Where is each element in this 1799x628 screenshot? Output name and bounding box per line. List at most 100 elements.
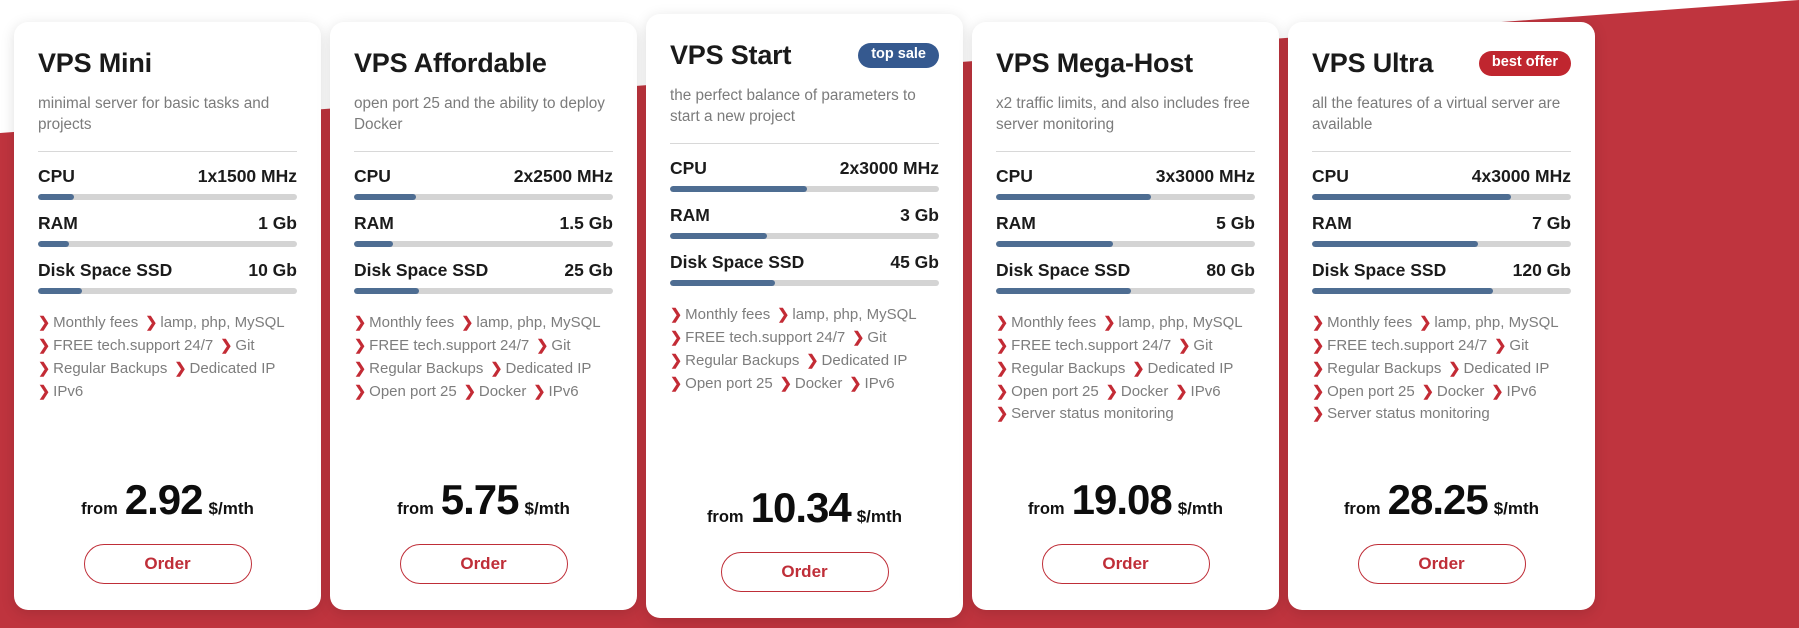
plan-title: VPS Affordable	[354, 48, 547, 79]
feature-line: ❯IPv6	[38, 381, 297, 404]
chevron-right-icon: ❯	[174, 358, 186, 380]
spec-label: CPU	[38, 166, 75, 187]
card-header: VPS Affordable	[354, 48, 613, 79]
plan-title: VPS Mini	[38, 48, 152, 79]
spec-progress-fill	[996, 194, 1151, 200]
price-unit-label: $/mth	[1178, 499, 1223, 519]
spec-progress-bar	[996, 288, 1255, 294]
pricing-card: VPS Affordable open port 25 and the abili…	[330, 22, 637, 610]
spec-progress-fill	[670, 280, 775, 286]
price-row: from10.34$/mth	[670, 484, 939, 538]
feature-item: FREE tech.support 24/7	[53, 337, 213, 354]
order-button[interactable]: Order	[84, 544, 252, 584]
chevron-right-icon: ❯	[354, 358, 366, 380]
spec-progress-fill	[354, 194, 416, 200]
spec-progress-bar	[670, 280, 939, 286]
price-unit-label: $/mth	[1494, 499, 1539, 519]
pricing-card: VPS Ultrabest offerall the features of a…	[1288, 22, 1595, 610]
card-header: VPS Starttop sale	[670, 40, 939, 71]
spec-label: RAM	[670, 205, 710, 226]
spec-progress-fill	[354, 241, 393, 247]
feature-line: ❯Open port 25❯Docker❯IPv6	[670, 373, 939, 396]
feature-item: Git	[551, 337, 570, 354]
price-row: from19.08$/mth	[996, 476, 1255, 530]
spec-progress-fill	[996, 241, 1113, 247]
feature-line: ❯Regular Backups❯Dedicated IP	[1312, 358, 1571, 381]
spec-label: Disk Space SSD	[670, 252, 804, 273]
price-from-label: from	[397, 500, 434, 519]
chevron-right-icon: ❯	[996, 403, 1008, 425]
price-unit-label: $/mth	[209, 499, 254, 519]
feature-item: IPv6	[1191, 383, 1221, 400]
chevron-right-icon: ❯	[1178, 335, 1190, 357]
feature-line: ❯Monthly fees❯lamp, php, MySQL	[996, 312, 1255, 335]
spec-progress-bar	[996, 194, 1255, 200]
price-amount: 5.75	[441, 476, 519, 524]
feature-item: FREE tech.support 24/7	[1011, 337, 1171, 354]
order-button[interactable]: Order	[400, 544, 568, 584]
chevron-right-icon: ❯	[670, 304, 682, 326]
spec-value: 2x2500 MHz	[514, 166, 613, 187]
feature-item: lamp, php, MySQL	[792, 306, 916, 323]
spec-list: CPU4x3000 MHzRAM7 GbDisk Space SSD120 Gb	[1312, 166, 1571, 307]
plan-description: open port 25 and the ability to deploy D…	[354, 93, 613, 135]
feature-line: ❯FREE tech.support 24/7❯Git	[38, 335, 297, 358]
feature-item: FREE tech.support 24/7	[1327, 337, 1487, 354]
chevron-right-icon: ❯	[533, 381, 545, 403]
spec-value: 3 Gb	[900, 205, 939, 226]
order-button[interactable]: Order	[1358, 544, 1526, 584]
feature-item: Server status monitoring	[1011, 405, 1174, 422]
price-amount: 2.92	[125, 476, 203, 524]
chevron-right-icon: ❯	[806, 350, 818, 372]
spec-value: 3x3000 MHz	[1156, 166, 1255, 187]
spec-list: CPU3x3000 MHzRAM5 GbDisk Space SSD80 Gb	[996, 166, 1255, 307]
feature-line: ❯Monthly fees❯lamp, php, MySQL	[38, 312, 297, 335]
spec-row: Disk Space SSD45 Gb	[670, 252, 939, 280]
price-from-label: from	[81, 500, 118, 519]
spec-progress-bar	[38, 194, 297, 200]
spec-row: RAM5 Gb	[996, 213, 1255, 241]
spec-progress-bar	[1312, 241, 1571, 247]
chevron-right-icon: ❯	[536, 335, 548, 357]
chevron-right-icon: ❯	[780, 373, 792, 395]
feature-item: IPv6	[865, 375, 895, 392]
feature-item: Regular Backups	[1011, 360, 1125, 377]
spec-label: CPU	[1312, 166, 1349, 187]
chevron-right-icon: ❯	[1312, 358, 1324, 380]
chevron-right-icon: ❯	[996, 358, 1008, 380]
divider	[38, 151, 297, 152]
chevron-right-icon: ❯	[145, 312, 157, 334]
spec-list: CPU1x1500 MHzRAM1 GbDisk Space SSD10 Gb	[38, 166, 297, 307]
feature-item: FREE tech.support 24/7	[369, 337, 529, 354]
card-bottom-spacer	[38, 584, 297, 610]
spec-row: CPU2x3000 MHz	[670, 158, 939, 186]
spec-progress-bar	[354, 194, 613, 200]
spec-progress-fill	[1312, 241, 1478, 247]
chevron-right-icon: ❯	[464, 381, 476, 403]
feature-item: Regular Backups	[685, 352, 799, 369]
chevron-right-icon: ❯	[670, 373, 682, 395]
spec-progress-bar	[354, 288, 613, 294]
spec-progress-bar	[1312, 288, 1571, 294]
feature-item: Open port 25	[1327, 383, 1415, 400]
order-button[interactable]: Order	[721, 552, 889, 592]
spec-row: RAM1 Gb	[38, 213, 297, 241]
feature-item: Open port 25	[369, 383, 457, 400]
spec-progress-fill	[38, 241, 69, 247]
spec-row: RAM 3 Gb	[670, 205, 939, 233]
divider	[1312, 151, 1571, 152]
feature-item: IPv6	[53, 383, 83, 400]
feature-line: ❯Regular Backups❯Dedicated IP	[996, 358, 1255, 381]
feature-item: Docker	[1121, 383, 1169, 400]
order-button[interactable]: Order	[1042, 544, 1210, 584]
card-bottom-spacer	[996, 584, 1255, 610]
feature-line: ❯FREE tech.support 24/7❯Git	[354, 335, 613, 358]
feature-item: Regular Backups	[369, 360, 483, 377]
feature-item: Git	[235, 337, 254, 354]
card-header: VPS Mini	[38, 48, 297, 79]
price-from-label: from	[1028, 500, 1065, 519]
feature-item: Monthly fees	[369, 314, 454, 331]
feature-line: ❯FREE tech.support 24/7❯Git	[996, 335, 1255, 358]
price-row: from 2.92 $/mth	[38, 476, 297, 530]
chevron-right-icon: ❯	[38, 335, 50, 357]
